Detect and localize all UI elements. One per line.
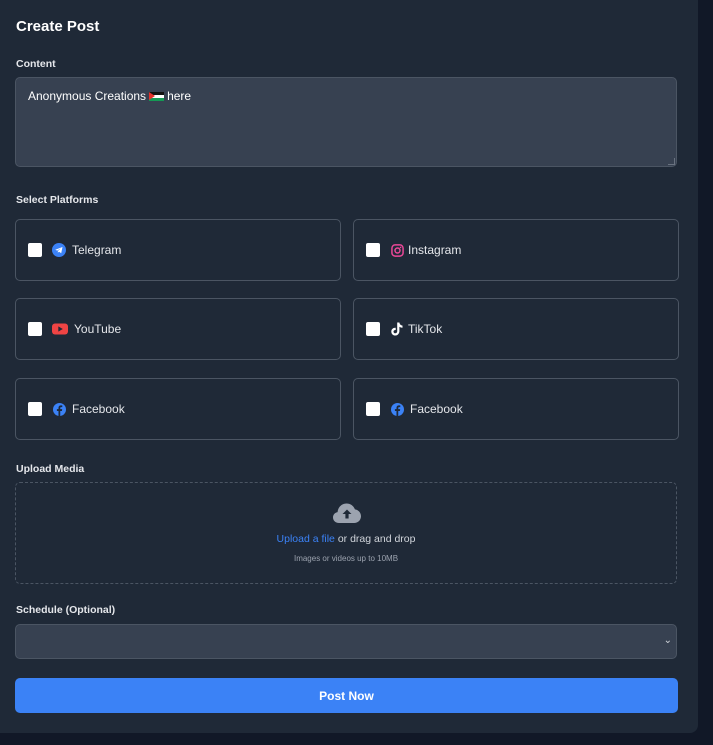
platform-option-instagram[interactable]: Instagram <box>353 219 679 281</box>
platform-option-facebook-2[interactable]: Facebook <box>353 378 679 440</box>
platform-option-facebook-1[interactable]: Facebook <box>15 378 341 440</box>
telegram-checkbox[interactable] <box>28 243 42 257</box>
facebook-icon <box>390 402 404 416</box>
tiktok-icon <box>390 322 404 336</box>
tiktok-label: TikTok <box>408 322 443 336</box>
instagram-checkbox[interactable] <box>366 243 380 257</box>
upload-instructions: Upload a file or drag and drop <box>16 533 676 545</box>
platforms-label: Select Platforms <box>16 194 99 206</box>
chevron-down-icon: ⌄ <box>663 635 672 646</box>
upload-dropzone[interactable]: Upload a file or drag and drop Images or… <box>15 482 677 584</box>
upload-media-label: Upload Media <box>16 463 85 475</box>
facebook-2-checkbox[interactable] <box>366 402 380 416</box>
tiktok-checkbox[interactable] <box>366 322 380 336</box>
instagram-icon <box>390 243 404 257</box>
content-label: Content <box>16 58 56 70</box>
palestine-flag-icon <box>149 91 165 101</box>
youtube-icon <box>52 322 68 336</box>
telegram-icon <box>52 243 66 257</box>
content-textarea[interactable]: Anonymous Creations here <box>15 77 677 167</box>
youtube-checkbox[interactable] <box>28 322 42 336</box>
platform-option-tiktok[interactable]: TikTok <box>353 298 679 360</box>
cloud-upload-icon <box>332 502 362 524</box>
upload-file-link[interactable]: Upload a file <box>277 533 335 545</box>
telegram-label: Telegram <box>72 243 122 257</box>
facebook-icon <box>52 402 66 416</box>
create-post-card: Create Post Content Anonymous Creations … <box>0 0 698 733</box>
facebook-1-checkbox[interactable] <box>28 402 42 416</box>
resize-handle[interactable] <box>668 158 675 165</box>
instagram-label: Instagram <box>408 243 462 257</box>
upload-hint: Images or videos up to 10MB <box>293 554 399 563</box>
facebook-2-label: Facebook <box>410 402 463 416</box>
schedule-select[interactable]: ⌄ <box>15 624 677 659</box>
post-now-button[interactable]: Post Now <box>15 678 678 713</box>
content-value: Anonymous Creations here <box>28 89 191 103</box>
platform-option-telegram[interactable]: Telegram <box>15 219 341 281</box>
upload-drag-text: or drag and drop <box>334 533 416 545</box>
schedule-label: Schedule (Optional) <box>16 604 116 616</box>
content-text-before: Anonymous Creations <box>28 89 147 103</box>
content-text-after: here <box>167 89 192 103</box>
platform-option-youtube[interactable]: YouTube <box>15 298 341 360</box>
page-title: Create Post <box>16 18 100 35</box>
youtube-label: YouTube <box>74 322 122 336</box>
facebook-1-label: Facebook <box>72 402 125 416</box>
